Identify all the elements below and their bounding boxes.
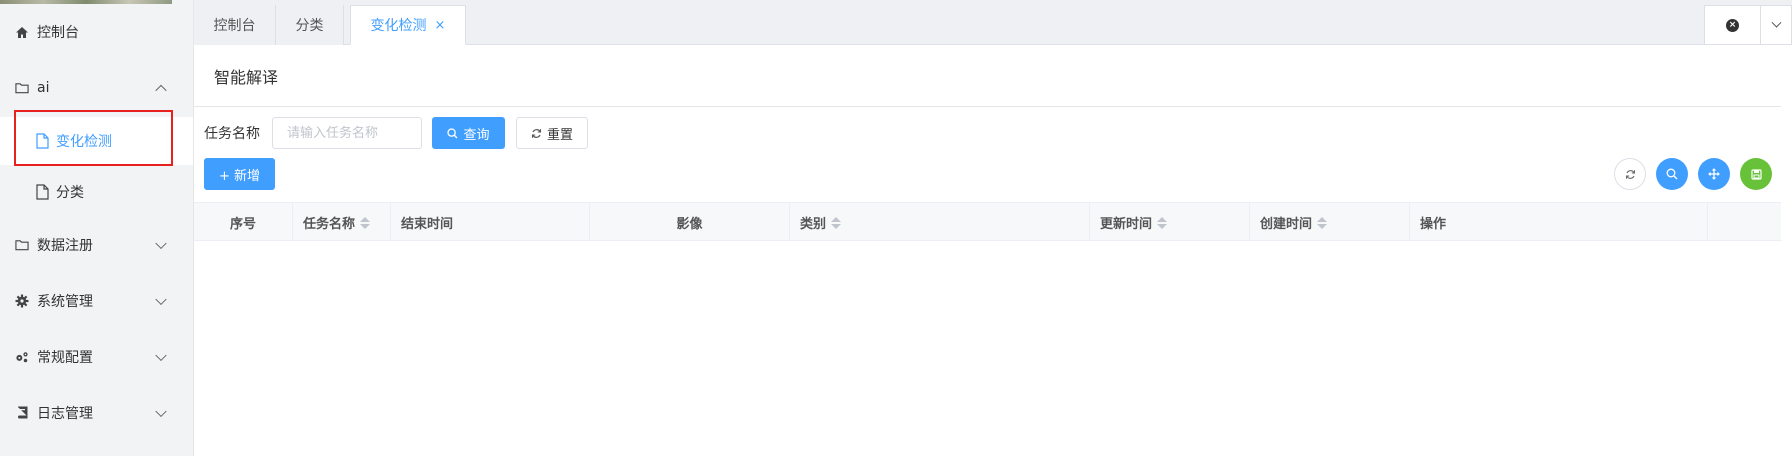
file-icon (36, 184, 50, 200)
column-header-image: 影像 (590, 203, 790, 242)
folder-icon (15, 81, 29, 95)
column-label: 操作 (1420, 217, 1447, 232)
query-button-label: 查询 (463, 127, 490, 143)
tab-tools: × (1704, 5, 1792, 45)
column-label: 序号 (229, 217, 256, 232)
close-circle-icon: × (1726, 18, 1739, 32)
tab-label: 变化检测 (370, 18, 427, 34)
chevron-down-icon (155, 405, 167, 418)
sidebar-subitem-classification[interactable]: 分类 (0, 168, 193, 216)
table-header: 序号 任务名称 结束时间 影像 类别 更新时间 创建时间 操作 (194, 202, 1781, 242)
refresh-icon (531, 128, 542, 138)
gears-icon (15, 350, 29, 364)
column-label: 结束时间 (401, 217, 454, 232)
sort-icon[interactable] (831, 216, 842, 229)
column-header-category[interactable]: 类别 (790, 203, 1090, 242)
add-button[interactable]: + 新增 (204, 158, 275, 190)
column-label: 任务名称 (303, 217, 356, 232)
tab-bar: 控制台 分类 变化检测 × × (194, 0, 1792, 45)
sidebar: 控制台 ai 变化检测 分类 数据注册 系统管理 常规配置 日志管理 (0, 0, 194, 456)
reset-button-label: 重置 (546, 127, 573, 143)
column-label: 影像 (676, 217, 703, 232)
save-icon (1750, 168, 1762, 180)
sidebar-header-image (0, 0, 172, 4)
sort-icon[interactable] (360, 216, 371, 229)
sidebar-item-label: 日志管理 (37, 406, 93, 422)
sidebar-subitem-label: 分类 (56, 185, 84, 201)
task-name-input[interactable] (272, 117, 422, 149)
column-label: 类别 (800, 217, 827, 232)
sidebar-item-ai[interactable]: ai (0, 64, 193, 112)
home-icon (15, 25, 29, 39)
chevron-down-icon (155, 349, 167, 362)
sidebar-item-label: 数据注册 (37, 238, 93, 254)
page-title: 智能解译 (194, 45, 1781, 107)
column-header-task-name[interactable]: 任务名称 (293, 203, 391, 242)
sort-icon[interactable] (1317, 216, 1328, 229)
export-button[interactable] (1740, 158, 1772, 190)
search-icon (447, 127, 458, 138)
column-label: 更新时间 (1100, 217, 1153, 232)
sort-icon[interactable] (1157, 216, 1168, 229)
sidebar-item-system[interactable]: 系统管理 (0, 277, 193, 325)
search-icon (1666, 168, 1678, 180)
column-label: 创建时间 (1260, 217, 1313, 232)
tab-label: 控制台 (213, 18, 256, 34)
tab-change-detection[interactable]: 变化检测 × (350, 5, 466, 45)
column-header-created-time[interactable]: 创建时间 (1250, 203, 1410, 242)
sidebar-item-dashboard[interactable]: 控制台 (0, 8, 193, 56)
column-header-index: 序号 (194, 203, 293, 242)
column-header-updated-time[interactable]: 更新时间 (1090, 203, 1250, 242)
refresh-table-button[interactable] (1614, 158, 1646, 190)
task-name-label: 任务名称 (204, 126, 260, 142)
sidebar-item-label: 常规配置 (37, 350, 93, 366)
sidebar-item-label: 系统管理 (37, 294, 93, 310)
close-tabs-button[interactable]: × (1705, 6, 1761, 44)
tab-classification[interactable]: 分类 (276, 5, 344, 45)
tab-dashboard[interactable]: 控制台 (194, 5, 276, 45)
chevron-down-icon (155, 293, 167, 306)
column-header-end-time: 结束时间 (391, 203, 590, 242)
table-body (194, 241, 1781, 456)
query-button[interactable]: 查询 (432, 117, 505, 149)
move-icon (1708, 168, 1720, 180)
annotation-highlight-box (14, 110, 173, 166)
tab-label: 分类 (295, 18, 324, 34)
refresh-icon (1625, 169, 1635, 179)
book-icon (15, 406, 29, 420)
reset-button[interactable]: 重置 (516, 117, 588, 149)
sidebar-item-logs[interactable]: 日志管理 (0, 389, 193, 437)
toggle-search-button[interactable] (1656, 158, 1688, 190)
sidebar-item-label: ai (37, 80, 50, 96)
folder-icon (15, 238, 29, 252)
close-icon[interactable]: × (435, 18, 446, 33)
sidebar-item-label: 控制台 (37, 25, 79, 41)
sidebar-item-data-register[interactable]: 数据注册 (0, 221, 193, 269)
add-button-label: + 新增 (218, 168, 261, 184)
column-header-actions: 操作 (1410, 203, 1708, 242)
gear-icon (15, 294, 29, 308)
columns-button[interactable] (1698, 158, 1730, 190)
tab-menu-button[interactable] (1761, 6, 1791, 44)
chevron-up-icon (155, 84, 167, 97)
chevron-down-icon (155, 237, 167, 250)
chevron-down-icon (1771, 17, 1781, 28)
sidebar-item-config[interactable]: 常规配置 (0, 333, 193, 381)
